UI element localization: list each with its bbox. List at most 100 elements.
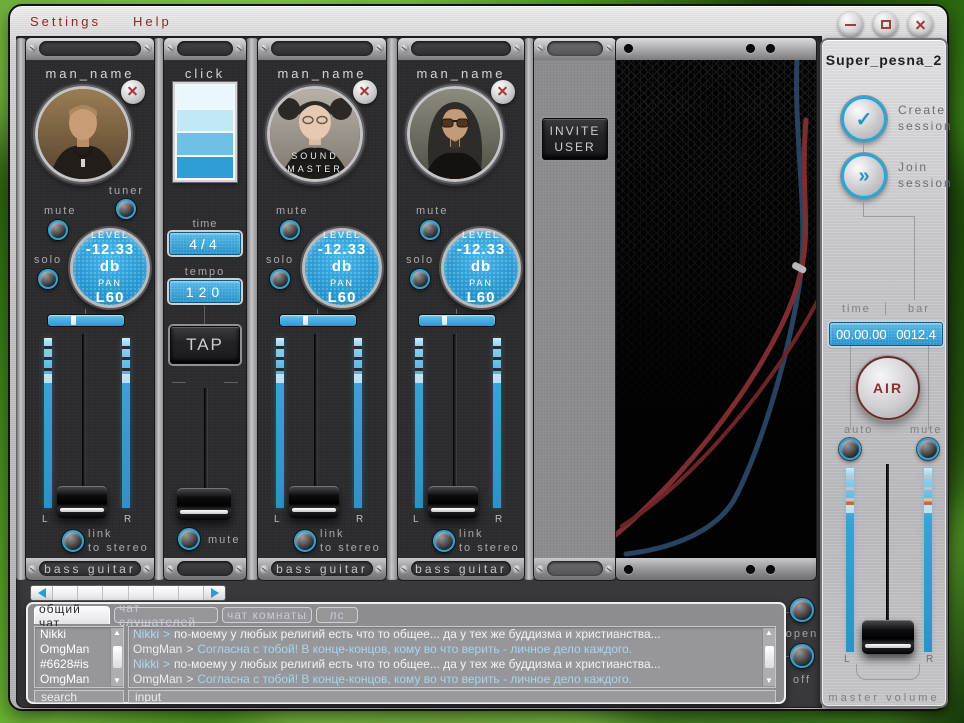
level-pan-display[interactable]: LEVEL -12.33 db PAN L60: [302, 228, 382, 308]
link-stereo-knob[interactable]: [62, 530, 84, 552]
minimize-button[interactable]: [838, 12, 863, 37]
scrollbar-segment[interactable]: [153, 586, 179, 600]
menu-settings[interactable]: Settings: [30, 14, 101, 29]
master-mute-knob[interactable]: [917, 438, 939, 460]
mute-knob[interactable]: [420, 220, 440, 240]
scrollbar-segment[interactable]: [103, 586, 129, 600]
triangle-up-icon[interactable]: ▲: [765, 629, 773, 637]
chat-open-knob[interactable]: [790, 598, 814, 622]
volume-fader[interactable]: [57, 486, 107, 518]
chat-message-input[interactable]: [128, 690, 776, 703]
screw-icon: [400, 565, 409, 574]
chat-search-input[interactable]: [34, 690, 124, 703]
maximize-button[interactable]: [873, 12, 898, 37]
scrollbar-thumb[interactable]: [112, 646, 122, 668]
meter-clip-mark: [924, 502, 932, 505]
level-pan-display[interactable]: LEVEL -12.33 db PAN L60: [441, 228, 521, 308]
volume-fader[interactable]: [428, 486, 478, 518]
channel-close-button[interactable]: [491, 80, 515, 104]
messages-scrollbar[interactable]: ▲ ▼: [762, 628, 775, 686]
solo-knob[interactable]: [270, 269, 290, 289]
air-button[interactable]: AIR: [856, 356, 920, 420]
tab-private-chat[interactable]: лс: [316, 607, 358, 623]
volume-fader[interactable]: [289, 486, 339, 518]
triangle-down-icon[interactable]: ▼: [765, 677, 773, 685]
solo-knob[interactable]: [410, 269, 430, 289]
cap-inset: [177, 41, 233, 56]
click-mute-label: mute: [208, 534, 241, 546]
meter-clip-mark: [846, 502, 854, 505]
tab-general-chat[interactable]: общий чат: [34, 602, 110, 630]
join-session-button[interactable]: »: [841, 153, 887, 199]
pan-slider[interactable]: [48, 315, 124, 326]
scrollbar-thumb[interactable]: [764, 646, 774, 668]
menu-help[interactable]: Help: [133, 14, 172, 29]
rail: [246, 38, 258, 580]
channel-strip-3: man_name mute solo LEVEL -12.33 db PAN L…: [398, 38, 524, 580]
solo-label: solo: [406, 254, 435, 266]
meter-l-label: L: [42, 514, 48, 525]
link-label: link: [320, 528, 345, 540]
level-pan-display[interactable]: LEVEL -12.33 db PAN L60: [70, 228, 150, 308]
tab-room-chat[interactable]: чат комнаты: [222, 607, 312, 623]
scrollbar-segment[interactable]: [53, 586, 79, 600]
triangle-right-icon: [210, 588, 219, 598]
level-value: -12.33 db: [317, 241, 367, 275]
off-label: off: [792, 674, 812, 686]
scrollbar-segment[interactable]: [128, 586, 154, 600]
chat-off-knob[interactable]: [790, 644, 814, 668]
mesh-cap: [616, 558, 816, 580]
mute-knob[interactable]: [48, 220, 68, 240]
channel-cap: [164, 38, 246, 60]
connector-line: [928, 346, 929, 430]
triangle-up-icon[interactable]: ▲: [113, 629, 121, 637]
screw-icon: [166, 565, 175, 574]
channel-close-button[interactable]: [353, 80, 377, 104]
chat-message: Nikki > по-моему у любых религий есть что …: [129, 627, 775, 642]
channel-close-button[interactable]: [121, 80, 145, 104]
click-fader[interactable]: [177, 488, 231, 520]
screw-icon: [143, 565, 152, 574]
triangle-down-icon[interactable]: ▼: [113, 677, 121, 685]
close-button[interactable]: [908, 12, 933, 37]
tap-button[interactable]: TAP: [170, 326, 240, 364]
tuner-knob[interactable]: [116, 199, 136, 219]
tempo-display[interactable]: 120: [169, 280, 241, 303]
double-chevron-icon: »: [858, 164, 870, 187]
link-stereo-knob[interactable]: [294, 530, 316, 552]
time-signature-display[interactable]: 4/4: [169, 232, 241, 255]
master-fader[interactable]: [862, 620, 914, 654]
open-label: open: [785, 628, 819, 640]
solo-knob[interactable]: [38, 269, 58, 289]
invite-user-button[interactable]: INVITE USER: [542, 118, 608, 160]
channels-scrollbar[interactable]: [30, 585, 226, 601]
screw-icon: [235, 565, 244, 574]
pan-label: PAN: [330, 278, 354, 288]
message-user: Nikki: [133, 627, 159, 641]
scrollbar-segment[interactable]: [78, 586, 104, 600]
tab-listeners-chat[interactable]: чат слушателей: [114, 601, 218, 629]
scroll-left-button[interactable]: [31, 586, 53, 600]
screw-icon: [28, 44, 37, 53]
create-session-button[interactable]: ✓: [841, 96, 887, 142]
message-text: Согласна с тобой! В конце-концов, кому в…: [197, 672, 633, 686]
connector-line: [863, 200, 864, 216]
solo-label: solo: [34, 254, 63, 266]
auto-knob[interactable]: [839, 438, 861, 460]
pan-slider[interactable]: [280, 315, 356, 326]
click-channel-strip: click time signature 4/4 tempo 120 TAP m…: [164, 38, 246, 580]
window-controls: [838, 12, 933, 37]
scrollbar-segment[interactable]: [178, 586, 204, 600]
level-value: -12.33 db: [85, 241, 135, 275]
level-meter-right: [122, 338, 130, 508]
message-separator: >: [163, 657, 171, 671]
user-list-scrollbar[interactable]: ▲ ▼: [110, 628, 123, 686]
meter-r-label: R: [356, 514, 364, 525]
click-mute-knob[interactable]: [178, 528, 200, 550]
mute-knob[interactable]: [280, 220, 300, 240]
meter-l-label: L: [413, 514, 419, 525]
scroll-right-button[interactable]: [203, 586, 225, 600]
pan-slider[interactable]: [419, 315, 495, 326]
channel-strip-1: man_name tuner mute solo LEVEL -12.33 db…: [26, 38, 154, 580]
link-stereo-knob[interactable]: [433, 530, 455, 552]
